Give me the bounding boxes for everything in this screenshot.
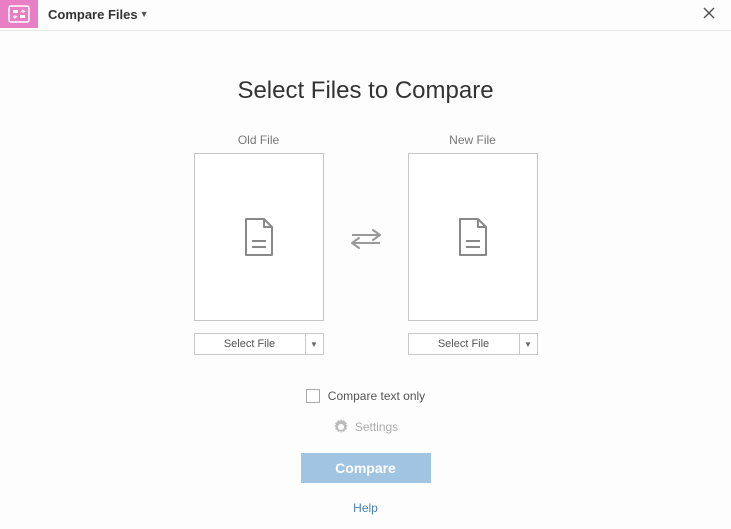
old-file-dropzone[interactable] (194, 153, 324, 321)
new-select-file: Select File ▼ (408, 333, 538, 355)
help-link[interactable]: Help (353, 501, 378, 515)
caret-down-icon: ▼ (140, 9, 149, 19)
compare-files-menu[interactable]: Compare Files ▼ (38, 0, 159, 28)
old-file-label: Old File (194, 133, 324, 147)
content: Select Files to Compare Old File Select … (0, 31, 731, 515)
new-file-label: New File (408, 133, 538, 147)
page-title: Select Files to Compare (0, 77, 731, 105)
header: Compare Files ▼ (0, 0, 731, 28)
new-select-file-dropdown[interactable]: ▼ (519, 334, 537, 354)
compare-text-only-label: Compare text only (328, 389, 425, 403)
app-icon (0, 0, 38, 28)
compare-text-only-row[interactable]: Compare text only (306, 389, 425, 403)
old-select-file-button[interactable]: Select File (195, 334, 305, 354)
close-button[interactable] (699, 4, 719, 25)
new-select-file-button[interactable]: Select File (409, 334, 519, 354)
new-file-column: New File Select File ▼ (408, 133, 538, 355)
old-select-file-dropdown[interactable]: ▼ (305, 334, 323, 354)
close-icon (702, 6, 716, 20)
old-file-column: Old File Select File ▼ (194, 133, 324, 355)
compare-button[interactable]: Compare (301, 453, 431, 483)
document-icon (242, 217, 276, 257)
title-text: Compare Files (48, 7, 138, 22)
swap-column (324, 155, 408, 323)
gear-icon (333, 419, 349, 435)
old-select-file: Select File ▼ (194, 333, 324, 355)
content-scroll[interactable]: Select Files to Compare Old File Select … (0, 31, 731, 529)
settings-button[interactable]: Settings (333, 419, 398, 435)
swap-arrows-icon[interactable] (348, 227, 384, 251)
compare-text-only-checkbox[interactable] (306, 389, 320, 403)
options: Compare text only Settings Compare Help (0, 389, 731, 515)
document-icon (456, 217, 490, 257)
new-file-dropzone[interactable] (408, 153, 538, 321)
settings-label: Settings (355, 420, 398, 434)
file-row: Old File Select File ▼ (0, 133, 731, 355)
